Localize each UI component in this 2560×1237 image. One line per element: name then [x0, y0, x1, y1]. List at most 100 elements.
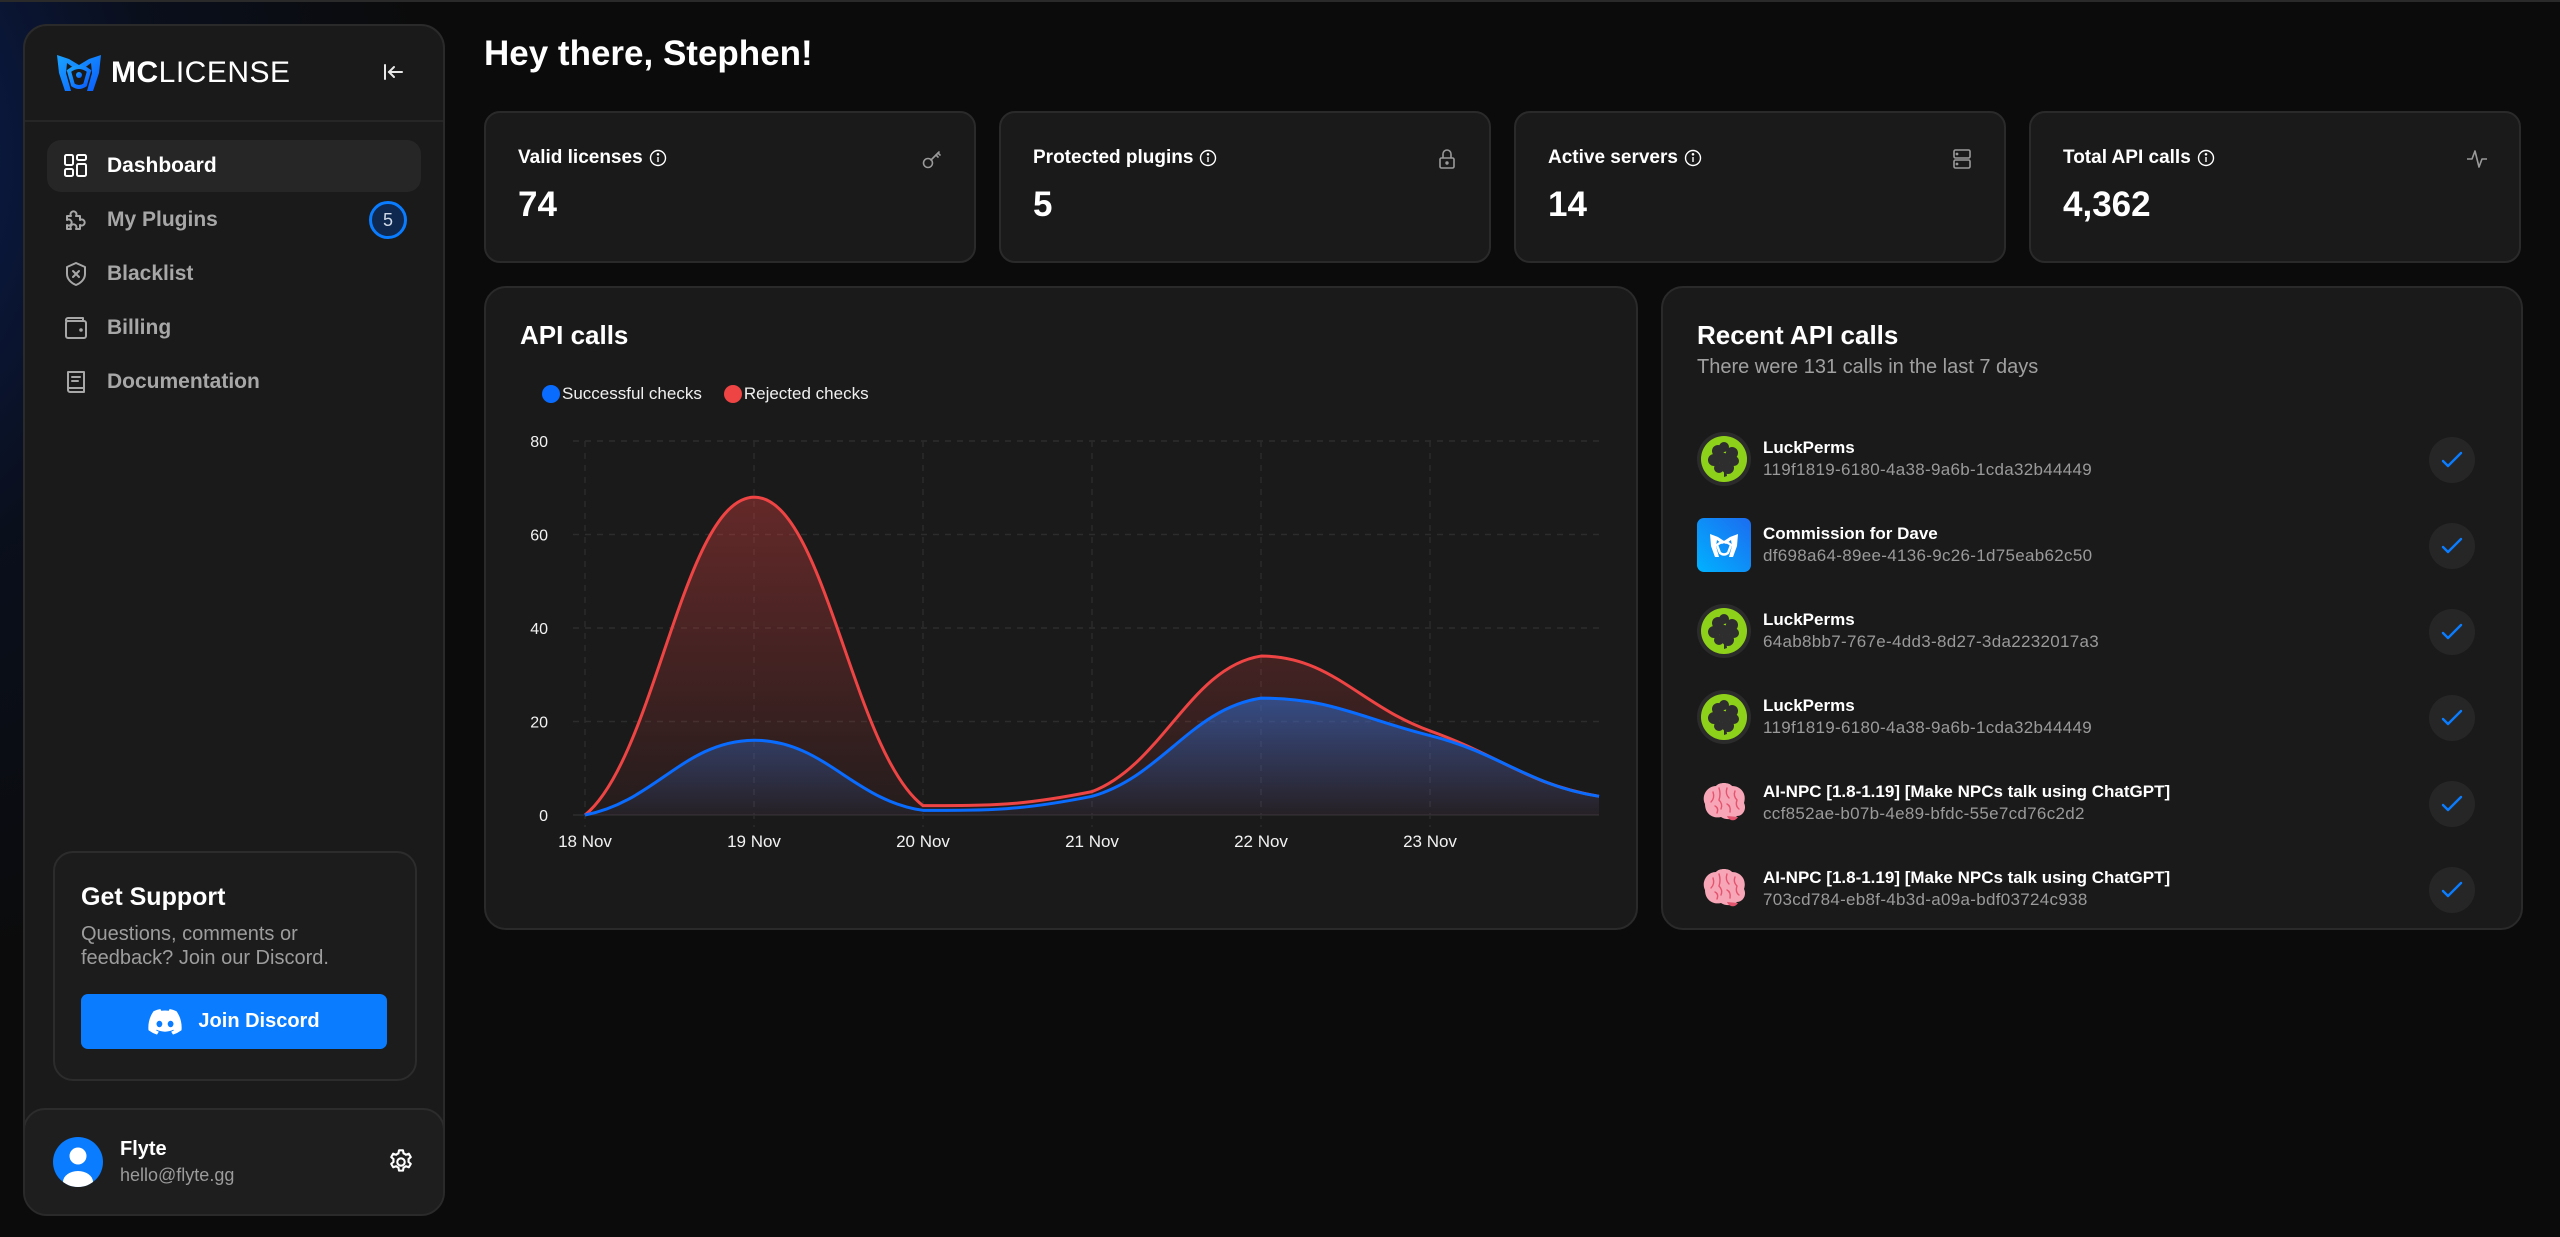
success-status-button[interactable] — [2429, 781, 2475, 827]
x-tick-label: 23 Nov — [1403, 832, 1457, 851]
stat-value: 14 — [1548, 185, 1587, 224]
x-tick-label: 20 Nov — [896, 832, 950, 851]
brand-header: MCLICENSE — [25, 26, 443, 122]
user-profile: Flyte hello@flyte.gg — [25, 1108, 443, 1214]
data-point-successful[interactable] — [1254, 691, 1268, 705]
mclicense-logo-icon — [57, 55, 101, 91]
info-icon[interactable] — [1684, 149, 1702, 167]
call-license-id: ccf852ae-b07b-4e89-bfdc-55e7cd76c2d2 — [1763, 804, 2085, 823]
data-point-rejected[interactable] — [747, 490, 761, 504]
brand-name-bold: MC — [111, 56, 159, 89]
data-point-successful[interactable] — [578, 808, 592, 822]
discord-icon — [148, 1008, 183, 1035]
call-license-id: 119f1819-6180-4a38-9a6b-1cda32b44449 — [1763, 718, 2093, 737]
sidebar: MCLICENSE Dashboard My Plugins 5 Blackli… — [23, 24, 445, 1216]
recent-call-row[interactable]: Commission for Dave df698a64-89ee-4136-9c… — [1697, 502, 2475, 588]
check-icon — [2441, 623, 2463, 640]
sidebar-item-my-plugins[interactable]: My Plugins 5 — [47, 194, 421, 246]
call-license-id: 703cd784-eb8f-4b3d-a09a-bdf03724c938 — [1763, 890, 2088, 909]
sidebar-item-blacklist[interactable]: Blacklist — [47, 248, 421, 300]
stat-value: 5 — [1033, 185, 1053, 224]
sidebar-item-billing[interactable]: Billing — [47, 302, 421, 354]
join-discord-button[interactable]: Join Discord — [81, 994, 387, 1049]
data-point-successful[interactable] — [1423, 729, 1437, 743]
user-name: Flyte — [120, 1138, 167, 1160]
stat-card-valid-licenses: Valid licenses 74 — [484, 111, 976, 263]
x-tick-label: 18 Nov — [558, 832, 612, 851]
sidebar-item-dashboard[interactable]: Dashboard — [47, 140, 421, 192]
stat-value: 4,362 — [2063, 185, 2151, 224]
stat-label: Valid licenses — [518, 147, 942, 169]
info-icon[interactable] — [1199, 149, 1217, 167]
lock-icon — [1439, 149, 1455, 169]
call-plugin-name: AI-NPC [1.8-1.19] [Make NPCs talk using … — [1763, 782, 2171, 801]
stat-label-text: Protected plugins — [1033, 147, 1194, 168]
sidebar-item-documentation[interactable]: Documentation — [47, 356, 421, 408]
check-icon — [2441, 795, 2463, 812]
shield-x-icon — [66, 262, 86, 286]
user-icon — [63, 1147, 93, 1187]
data-point-successful[interactable] — [916, 803, 930, 817]
recent-call-row[interactable]: AI-NPC [1.8-1.19] [Make NPCs talk using … — [1697, 760, 2475, 846]
success-status-button[interactable] — [2429, 609, 2475, 655]
avatar[interactable] — [53, 1137, 103, 1187]
call-plugin-name: Commission for Dave — [1763, 524, 1938, 543]
top-border — [0, 0, 2560, 2]
success-status-button[interactable] — [2429, 695, 2475, 741]
recent-call-row[interactable]: LuckPerms 119f1819-6180-4a38-9a6b-1cda32b… — [1697, 416, 2475, 502]
success-status-button[interactable] — [2429, 437, 2475, 483]
x-tick-label: 22 Nov — [1234, 832, 1288, 851]
support-card: Get Support Questions, comments or feedb… — [53, 851, 417, 1081]
success-status-button[interactable] — [2429, 867, 2475, 913]
puzzle-icon — [66, 210, 86, 230]
recent-call-row[interactable]: AI-NPC [1.8-1.19] [Make NPCs talk using … — [1697, 846, 2475, 932]
x-tick-label: 19 Nov — [727, 832, 781, 851]
sidebar-item-label: Blacklist — [107, 262, 194, 285]
call-license-id: 119f1819-6180-4a38-9a6b-1cda32b44449 — [1763, 460, 2093, 479]
stat-label: Total API calls — [2063, 147, 2487, 169]
check-icon — [2441, 451, 2463, 468]
data-point-rejected[interactable] — [1254, 649, 1268, 663]
data-point-successful[interactable] — [1592, 789, 1606, 803]
user-email: hello@flyte.gg — [120, 1165, 235, 1185]
brand-name: MCLICENSE — [111, 56, 291, 90]
stat-label: Active servers — [1548, 147, 1972, 169]
clover-plugin-icon — [1697, 604, 1751, 658]
y-tick-label: 40 — [530, 621, 548, 638]
call-license-id: df698a64-89ee-4136-9c26-1d75eab62c50 — [1763, 546, 2093, 565]
info-icon[interactable] — [649, 149, 667, 167]
call-plugin-name: LuckPerms — [1763, 610, 1855, 629]
stat-card-active-servers: Active servers 14 — [1514, 111, 2006, 263]
info-icon[interactable] — [2197, 149, 2215, 167]
wallet-icon — [65, 317, 87, 339]
support-title: Get Support — [81, 883, 226, 911]
mclicense-plugin-icon — [1697, 518, 1751, 572]
brain-plugin-icon — [1697, 862, 1751, 916]
data-point-successful[interactable] — [747, 733, 761, 747]
recent-subtitle: There were 131 calls in the last 7 days — [1697, 356, 2039, 378]
collapse-sidebar-icon[interactable] — [379, 58, 407, 86]
server-icon — [1953, 149, 1971, 169]
success-status-button[interactable] — [2429, 523, 2475, 569]
recent-api-calls-panel: Recent API calls There were 131 calls in… — [1661, 286, 2523, 930]
y-tick-label: 0 — [539, 808, 548, 825]
sidebar-item-label: Billing — [107, 316, 172, 339]
gear-icon[interactable] — [387, 1148, 415, 1176]
recent-call-row[interactable]: LuckPerms 119f1819-6180-4a38-9a6b-1cda32b… — [1697, 674, 2475, 760]
stat-card-protected-plugins: Protected plugins 5 — [999, 111, 1491, 263]
recent-call-row[interactable]: LuckPerms 64ab8bb7-767e-4dd3-8d27-3da2232… — [1697, 588, 2475, 674]
stat-label-text: Total API calls — [2063, 147, 2191, 168]
data-point-successful[interactable] — [1085, 789, 1099, 803]
support-text: Questions, comments or feedback? Join ou… — [81, 923, 329, 969]
sidebar-item-label: My Plugins — [107, 208, 218, 231]
check-icon — [2441, 537, 2463, 554]
recent-title: Recent API calls — [1697, 320, 1899, 350]
api-calls-chart-panel: API calls Successful checks Rejected che… — [484, 286, 1638, 930]
sidebar-nav: Dashboard My Plugins 5 Blacklist Billing — [25, 122, 443, 428]
brain-plugin-icon — [1697, 776, 1751, 830]
key-icon — [922, 151, 941, 169]
call-plugin-name: AI-NPC [1.8-1.19] [Make NPCs talk using … — [1763, 868, 2171, 887]
stat-label: Protected plugins — [1033, 147, 1457, 169]
plugins-count-badge: 5 — [369, 201, 407, 239]
brand-name-light: LICENSE — [158, 56, 291, 89]
